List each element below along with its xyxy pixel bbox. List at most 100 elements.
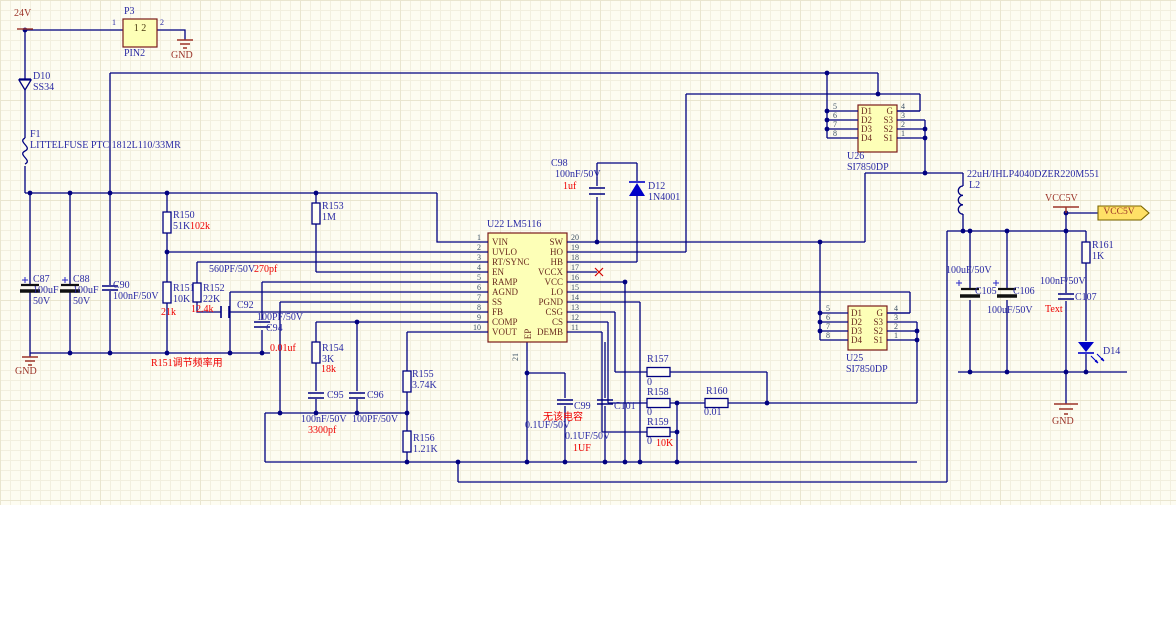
l2-inductor[interactable] bbox=[957, 185, 964, 215]
label-r151-val[interactable]: 10K bbox=[173, 294, 190, 306]
r150-resistor[interactable] bbox=[162, 211, 172, 234]
label-c107-anno[interactable]: Text bbox=[1045, 304, 1063, 316]
label-d12-ref[interactable]: D12 bbox=[648, 181, 665, 193]
d10-diode[interactable] bbox=[17, 78, 33, 92]
gnd-symbol-p3[interactable] bbox=[177, 39, 193, 49]
label-r159-val[interactable]: 0 bbox=[647, 436, 652, 448]
label-r159-ref[interactable]: R159 bbox=[647, 417, 669, 429]
r151-resistor[interactable] bbox=[162, 281, 172, 304]
label-c101-val[interactable]: 0.1UF/50V bbox=[565, 431, 610, 443]
label-r158-ref[interactable]: R158 bbox=[647, 387, 669, 399]
label-l2-val[interactable]: 22uH/IHLP4040DZER220M551 bbox=[967, 169, 1099, 181]
label-u26-part[interactable]: SI7850DP bbox=[847, 162, 889, 174]
label-u25-ref[interactable]: U25 bbox=[846, 353, 863, 365]
label-d10-value[interactable]: SS34 bbox=[33, 82, 54, 94]
label-c101-ref[interactable]: C101 bbox=[614, 401, 636, 413]
power-bar-vcc5v[interactable] bbox=[1053, 206, 1079, 213]
label-r156-ref[interactable]: R156 bbox=[413, 433, 435, 445]
label-u26-ref[interactable]: U26 bbox=[847, 151, 864, 163]
c107-capacitor[interactable] bbox=[1058, 293, 1074, 300]
label-c92-val[interactable]: 560PF/50V bbox=[209, 264, 255, 276]
label-c88-v2[interactable]: 50V bbox=[73, 296, 90, 308]
label-c94-ref[interactable]: C94 bbox=[266, 323, 283, 335]
label-r150-val[interactable]: 51K bbox=[173, 221, 190, 233]
label-c98-anno[interactable]: 1uf bbox=[563, 181, 576, 193]
label-r155-val[interactable]: 3.74K bbox=[412, 380, 437, 392]
label-r154-anno[interactable]: 18k bbox=[321, 364, 336, 376]
label-u22-title[interactable]: U22 LM5116 bbox=[487, 219, 541, 231]
label-c105-val[interactable]: 100uF/50V bbox=[946, 265, 992, 277]
label-r153-val[interactable]: 1M bbox=[322, 212, 336, 224]
label-c105-ref[interactable]: C105 bbox=[975, 286, 997, 298]
label-r161-val[interactable]: 1K bbox=[1092, 251, 1104, 263]
label-c87-v1[interactable]: 100uF bbox=[33, 285, 59, 297]
label-gnd-p3[interactable]: GND bbox=[171, 50, 193, 62]
label-c95-val[interactable]: 100nF/50V bbox=[301, 414, 347, 426]
label-r150-ref[interactable]: R150 bbox=[173, 210, 195, 222]
label-c90-ref[interactable]: C90 bbox=[113, 280, 130, 292]
r157-resistor[interactable] bbox=[646, 366, 671, 378]
c96-capacitor[interactable] bbox=[349, 392, 365, 399]
label-u25-part[interactable]: SI7850DP bbox=[846, 364, 888, 376]
label-r151-anno[interactable]: 21k bbox=[161, 307, 176, 319]
label-c88-ref[interactable]: C88 bbox=[73, 274, 90, 286]
label-c92-anno[interactable]: 270pf bbox=[254, 264, 277, 276]
r156-resistor[interactable] bbox=[402, 430, 412, 453]
label-d10-ref[interactable]: D10 bbox=[33, 71, 50, 83]
label-c98-val[interactable]: 100nF/50V bbox=[555, 169, 601, 181]
label-f1-ref[interactable]: F1 bbox=[30, 129, 41, 141]
label-r160-val[interactable]: 0.01 bbox=[704, 407, 722, 419]
label-d12-val[interactable]: 1N4001 bbox=[648, 192, 680, 204]
label-c106-val[interactable]: 100uF/50V bbox=[987, 305, 1033, 317]
label-c107-val[interactable]: 100nF/50V bbox=[1040, 276, 1086, 288]
label-freq-note[interactable]: R151调节频率用 bbox=[151, 358, 223, 370]
label-p3-value[interactable]: PIN2 bbox=[124, 48, 145, 60]
label-c107-ref[interactable]: C107 bbox=[1075, 292, 1097, 304]
label-r154-ref[interactable]: R154 bbox=[322, 343, 344, 355]
label-c94-anno[interactable]: 0.01uf bbox=[270, 343, 296, 355]
c101-capacitor[interactable] bbox=[597, 399, 613, 405]
gnd-symbol-right[interactable] bbox=[1054, 403, 1078, 415]
wire-layer[interactable]: EP 21 1 VIN 20SW2 UVLO 19HO3 RT/SYNC 18HB4 EN 17… bbox=[0, 0, 1176, 505]
label-c106-ref[interactable]: C106 bbox=[1013, 286, 1035, 298]
label-c92-ref[interactable]: C92 bbox=[237, 300, 254, 312]
label-gnd-right[interactable]: GND bbox=[1052, 416, 1074, 428]
label-vcc5v-net[interactable]: VCC5V bbox=[1045, 193, 1078, 205]
label-c87-v2[interactable]: 50V bbox=[33, 296, 50, 308]
d12-diode[interactable] bbox=[629, 181, 645, 196]
label-l2-ref[interactable]: L2 bbox=[969, 180, 980, 192]
label-c96-ref[interactable]: C96 bbox=[367, 390, 384, 402]
label-c95-anno[interactable]: 3300pf bbox=[308, 425, 336, 437]
label-r156-val[interactable]: 1.21K bbox=[413, 444, 438, 456]
label-f1-value[interactable]: LITTELFUSE PTC 1812L110/33MR bbox=[30, 140, 181, 152]
label-c96-val[interactable]: 100PF/50V bbox=[352, 414, 398, 426]
label-c88-v1[interactable]: 100uF bbox=[73, 285, 99, 297]
c95-capacitor[interactable] bbox=[308, 392, 324, 399]
label-c98-ref[interactable]: C98 bbox=[551, 158, 568, 170]
label-r155-ref[interactable]: R155 bbox=[412, 369, 434, 381]
label-vcc5v-port[interactable]: VCC5V bbox=[1097, 207, 1141, 218]
label-r153-ref[interactable]: R153 bbox=[322, 201, 344, 213]
label-r152-ref[interactable]: R152 bbox=[203, 283, 225, 295]
label-r152-anno[interactable]: 12.4k bbox=[191, 304, 214, 316]
r155-resistor[interactable] bbox=[402, 370, 412, 393]
r153-resistor[interactable] bbox=[311, 202, 321, 225]
f1-fuse[interactable] bbox=[22, 137, 28, 165]
label-24v[interactable]: 24V bbox=[14, 8, 31, 20]
label-c87-ref[interactable]: C87 bbox=[33, 274, 50, 286]
label-d14-ref[interactable]: D14 bbox=[1103, 346, 1120, 358]
label-c101-anno[interactable]: 1UF bbox=[573, 443, 591, 455]
label-c99-val[interactable]: 0.1UF/50V bbox=[525, 420, 570, 432]
c98-capacitor[interactable] bbox=[589, 187, 605, 195]
label-c95-ref[interactable]: C95 bbox=[327, 390, 344, 402]
label-c94-val[interactable]: 100PF/50V bbox=[257, 312, 303, 324]
label-r150-anno[interactable]: 102k bbox=[190, 221, 210, 233]
label-r159-anno[interactable]: 10K bbox=[656, 438, 673, 450]
label-p3-ref[interactable]: P3 bbox=[124, 6, 135, 18]
c99-capacitor[interactable] bbox=[557, 399, 573, 405]
label-c99-ref[interactable]: C99 bbox=[574, 401, 591, 413]
label-r160-ref[interactable]: R160 bbox=[706, 386, 728, 398]
label-r161-ref[interactable]: R161 bbox=[1092, 240, 1114, 252]
c92-capacitor[interactable] bbox=[220, 306, 230, 318]
gnd-symbol-left[interactable] bbox=[22, 356, 38, 366]
